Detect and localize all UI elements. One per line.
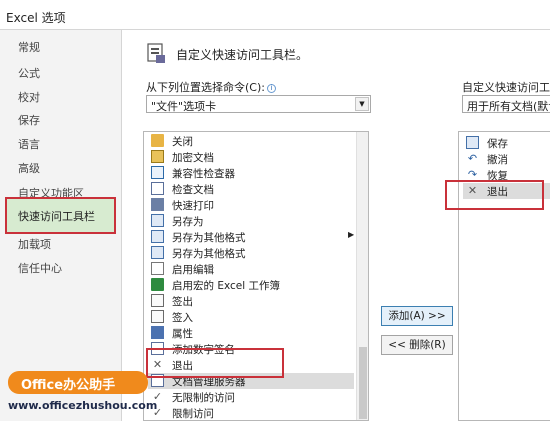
edit-icon [151, 262, 164, 275]
toolbar-scope-dropdown[interactable]: 用于所有文档(默认 [462, 95, 550, 113]
list-item[interactable]: 启用编辑 [148, 261, 354, 277]
window-title: Excel 选项 [6, 11, 66, 25]
sidebar-item-language[interactable]: 语言 [18, 136, 40, 152]
list-item[interactable]: 签入 [148, 309, 354, 325]
list-item[interactable]: 关闭 [148, 133, 354, 149]
choose-commands-label: 从下列位置选择命令(C): i [146, 79, 276, 95]
list-item[interactable]: ✓ 无限制的访问 [148, 389, 354, 405]
inspect-icon [151, 182, 164, 195]
list-item[interactable]: 兼容性检查器 [148, 165, 354, 181]
toolbar-icon [147, 43, 165, 63]
sidebar-highlight-box [5, 197, 116, 234]
excel-icon [151, 278, 164, 291]
customize-toolbar-label: 自定义快速访问工具栏 [462, 81, 550, 94]
sidebar-item-add-ins[interactable]: 加载项 [18, 236, 51, 252]
add-button[interactable]: 添加(A) >> [381, 306, 453, 326]
list-item[interactable]: 属性 [148, 325, 354, 341]
list-item[interactable]: 另存为 [148, 213, 354, 229]
sidebar-item-general[interactable]: 常规 [18, 39, 40, 55]
sidebar-item-advanced[interactable]: 高级 [18, 160, 40, 176]
lock-icon [151, 150, 164, 163]
list-item[interactable]: 加密文档 [148, 149, 354, 165]
save-as-icon [151, 246, 164, 259]
list-item[interactable]: ↶ 撤消 [463, 151, 550, 167]
watermark-url: www.officezhushou.com [8, 399, 158, 412]
info-icon: i [266, 83, 276, 93]
title-bar: Excel 选项 [0, 0, 550, 30]
list-item[interactable]: 另存为其他格式 [148, 245, 354, 261]
list-item[interactable]: 检查文档 [148, 181, 354, 197]
watermark-badge: Office办公助手 [8, 371, 148, 394]
watermark-brand: Office办公助手 [21, 378, 116, 393]
list-scrollbar[interactable] [356, 132, 368, 420]
print-icon [151, 198, 164, 211]
exit-highlight-box-left [146, 348, 284, 378]
list-item[interactable]: 快速打印 [148, 197, 354, 213]
properties-icon [151, 326, 164, 339]
sidebar-item-formulas[interactable]: 公式 [18, 65, 40, 81]
list-item[interactable]: 启用宏的 Excel 工作簿 [148, 277, 354, 293]
exit-highlight-box-right [445, 180, 544, 210]
save-as-icon [151, 230, 164, 243]
choose-commands-dropdown[interactable]: "文件"选项卡 ▼ [146, 95, 371, 113]
undo-icon: ↶ [467, 152, 478, 165]
folder-icon [151, 134, 164, 147]
scrollbar-thumb[interactable] [359, 347, 367, 419]
list-item[interactable]: 保存 [463, 135, 550, 151]
dropdown-arrow-icon[interactable]: ▼ [355, 97, 369, 111]
sidebar-item-save[interactable]: 保存 [18, 112, 40, 128]
remove-button[interactable]: << 删除(R) [381, 335, 453, 355]
list-item[interactable]: 另存为其他格式 ▶ [148, 229, 354, 245]
submenu-arrow-icon: ▶ [348, 230, 355, 239]
list-item[interactable]: ✓ 限制访问 [148, 405, 354, 420]
sign-icon [151, 294, 164, 307]
page-title: 自定义快速访问工具栏。 [176, 48, 309, 62]
save-icon [466, 136, 479, 149]
save-as-icon [151, 214, 164, 227]
list-item[interactable]: 签出 [148, 293, 354, 309]
check-icon [151, 166, 164, 179]
sidebar-item-trust-center[interactable]: 信任中心 [18, 260, 62, 276]
toolbar-commands-list[interactable]: 保存 ↶ 撤消 ↷ 恢复 ✕ 退出 [458, 131, 550, 421]
sign-icon [151, 310, 164, 323]
sidebar-item-proofing[interactable]: 校对 [18, 89, 40, 105]
